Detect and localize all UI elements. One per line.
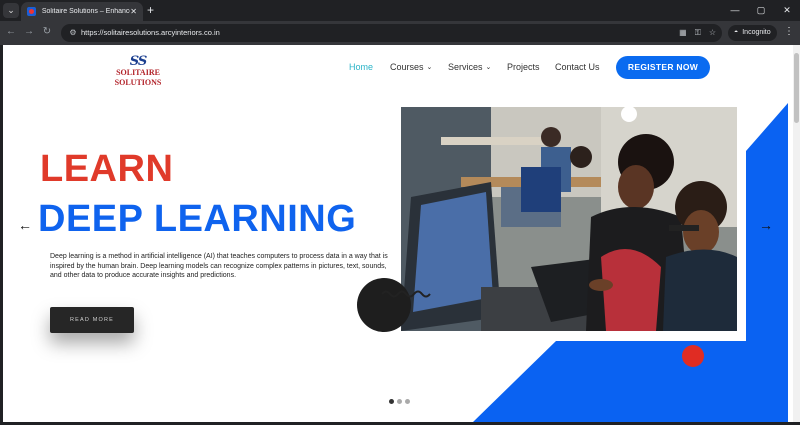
slide-dot-1[interactable] xyxy=(389,399,394,404)
scrollbar-thumb[interactable] xyxy=(794,53,799,123)
nav-services[interactable]: Services ⌄ xyxy=(448,62,491,72)
bookmark-star-icon[interactable]: ☆ xyxy=(709,27,716,39)
slide-dot-2[interactable] xyxy=(397,399,402,404)
qr-code-icon[interactable]: ▦ xyxy=(679,27,687,39)
incognito-badge[interactable]: ◓ Incognito xyxy=(728,25,777,41)
page-viewport: SS SOLITAIRE SOLUTIONS Home Courses ⌄ Se… xyxy=(3,45,793,422)
nav-courses[interactable]: Courses ⌄ xyxy=(390,62,432,72)
nav-home[interactable]: Home xyxy=(349,62,373,72)
nav-contact[interactable]: Contact Us xyxy=(555,62,600,72)
browser-menu-icon[interactable]: ⋮ xyxy=(784,26,794,37)
nav-projects-label: Projects xyxy=(507,62,540,72)
nav-services-label: Services xyxy=(448,62,483,72)
new-tab-button[interactable]: + xyxy=(147,3,154,17)
logo-mark: SS xyxy=(129,54,148,69)
omnibox-icons: ▦ ⚿ ☆ xyxy=(679,27,716,39)
tab-search-button[interactable]: ⌄ xyxy=(3,3,19,18)
browser-toolbar: ← → ↻ ⚙ https://solitairesolutions.arcyi… xyxy=(0,21,800,45)
url-text[interactable]: https://solitairesolutions.arcyinteriors… xyxy=(81,28,220,37)
hero-heading-topic: DEEP LEARNING xyxy=(38,198,357,240)
register-now-button[interactable]: REGISTER NOW xyxy=(616,56,710,79)
next-slide-arrow-icon[interactable]: → xyxy=(759,217,773,233)
logo-text: SOLITAIRE SOLUTIONS xyxy=(114,68,162,87)
tab-title: Solitaire Solutions – Enhance y xyxy=(41,8,131,15)
window-controls: — ▢ ✕ xyxy=(722,0,800,21)
decorative-white-dot xyxy=(621,106,637,122)
site-logo[interactable]: SS SOLITAIRE SOLUTIONS xyxy=(93,54,183,87)
minimize-button[interactable]: — xyxy=(722,0,748,21)
hero-heading-learn: LEARN xyxy=(40,148,174,190)
site-info-icon[interactable]: ⚙ xyxy=(67,27,79,39)
hero-photo xyxy=(401,107,737,331)
browser-tab-active[interactable]: Solitaire Solutions – Enhance y ✕ xyxy=(21,2,143,21)
back-arrow-icon[interactable]: ← xyxy=(4,26,18,37)
chevron-down-icon: ⌄ xyxy=(485,64,492,71)
decorative-black-circle xyxy=(357,278,411,332)
tab-close-icon[interactable]: ✕ xyxy=(130,7,137,16)
nav-home-label: Home xyxy=(349,62,374,72)
close-window-button[interactable]: ✕ xyxy=(774,0,800,21)
incognito-icon: ◓ xyxy=(734,29,739,36)
hero-description: Deep learning is a method in artificial … xyxy=(50,253,388,279)
password-key-icon[interactable]: ⚿ xyxy=(695,27,701,39)
forward-arrow-icon[interactable]: → xyxy=(22,26,36,37)
decorative-squiggle xyxy=(381,290,431,298)
read-more-button[interactable]: READ MORE xyxy=(50,307,134,333)
slider-pagination xyxy=(389,399,410,404)
page-scrollbar[interactable] xyxy=(793,45,800,422)
incognito-label: Incognito xyxy=(742,29,771,36)
nav-courses-label: Courses xyxy=(390,62,424,72)
address-bar[interactable]: ⚙ https://solitairesolutions.arcyinterio… xyxy=(61,24,722,42)
slide-dot-3[interactable] xyxy=(405,399,410,404)
maximize-button[interactable]: ▢ xyxy=(748,0,774,21)
decorative-red-dot xyxy=(682,345,704,367)
browser-tab-strip: ⌄ Solitaire Solutions – Enhance y ✕ + — … xyxy=(0,0,800,21)
nav-contact-label: Contact Us xyxy=(555,62,600,72)
reload-icon[interactable]: ↻ xyxy=(40,26,54,37)
chevron-down-icon: ⌄ xyxy=(426,64,433,71)
nav-projects[interactable]: Projects xyxy=(507,62,540,72)
prev-slide-arrow-icon[interactable]: ← xyxy=(18,217,32,233)
site-favicon-icon xyxy=(27,7,36,16)
